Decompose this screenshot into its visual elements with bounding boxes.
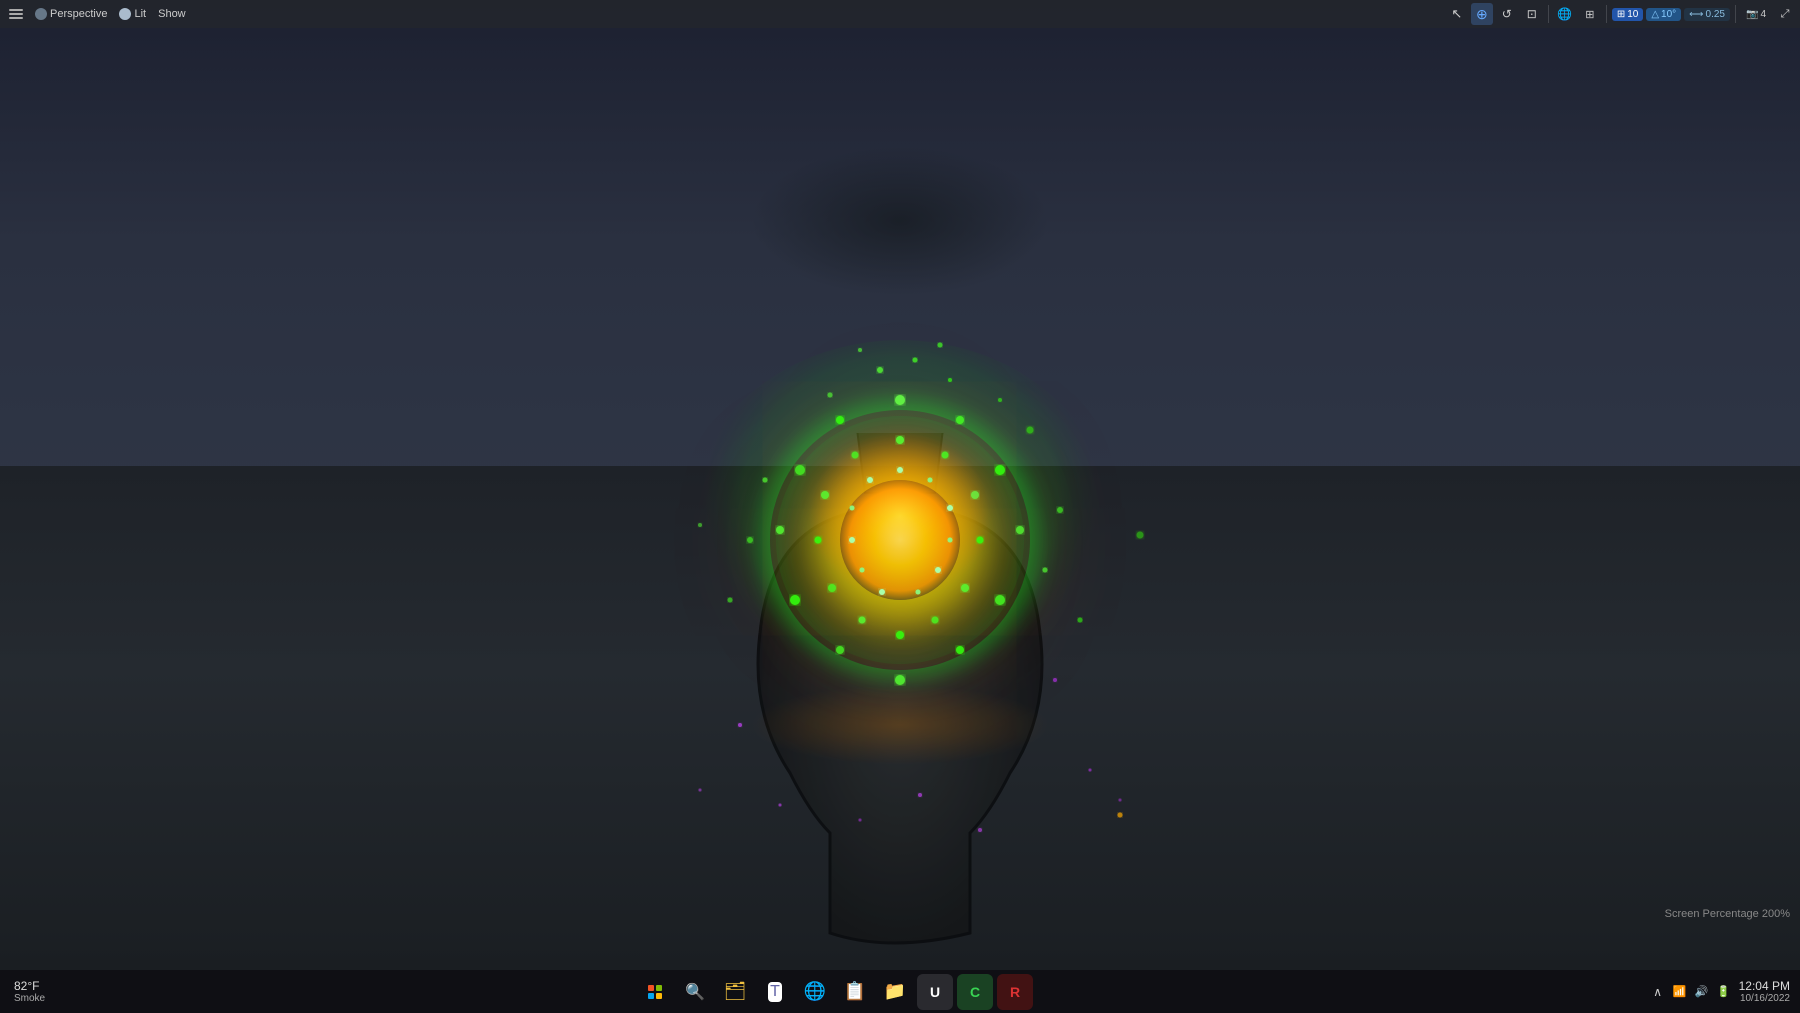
world-icon: 🌐 [1557,7,1572,21]
grid-icon: ⊞ [1617,9,1625,20]
chevron-up-button[interactable]: ∧ [1649,983,1667,1001]
chevron-up-icon: ∧ [1653,985,1662,999]
viewport-toolbar: Perspective Lit Show ↖ ⊕ ↺ [0,0,1800,28]
wifi-status-icon: 📶 [1673,985,1687,998]
toolbar-left: Perspective Lit Show [4,3,1446,25]
perspective-button[interactable]: Perspective [30,3,112,25]
files-button[interactable]: 📁 [877,974,913,1010]
grid-snap-badge[interactable]: ⊞ 10 [1612,8,1644,21]
maximize-icon: ⤢ [1781,8,1790,21]
weather-widget[interactable]: 82°F Smoke [8,979,51,1004]
chrome-icon: 🌐 [804,981,826,1002]
hamburger-icon [9,9,23,19]
translate-button[interactable]: ⊕ [1471,3,1493,25]
rotation-icon: △ [1651,9,1659,20]
unreal-icon: U [930,984,940,1000]
lit-icon [119,8,131,20]
windows-icon [648,985,662,999]
clock-widget[interactable]: 12:04 PM 10/16/2022 [1739,979,1790,1004]
rotation-value: 10° [1661,9,1676,20]
scale-snap-badge[interactable]: ⟷ 0.25 [1684,8,1730,21]
translate-icon: ⊕ [1476,6,1488,23]
camera-fov-badge[interactable]: 📷 4 [1741,8,1771,21]
search-icon: 🔍 [685,982,705,1002]
hamburger-menu[interactable] [4,3,28,25]
select-mode-button[interactable]: ↖ [1446,3,1468,25]
3d-viewport[interactable]: Perspective Lit Show ↖ ⊕ ↺ [0,0,1800,970]
clock-date: 10/16/2022 [1740,993,1790,1004]
battery-icon: 🔋 [1717,985,1731,998]
system-tray: ∧ 📶 🔊 🔋 [1649,983,1733,1001]
taskbar-center: 🔍 🗂 T 🌐 📋 📁 U C R [120,974,1550,1010]
scale-snap-icon: ⟷ [1689,9,1703,20]
scale-icon: ⊡ [1527,7,1537,21]
clock-time: 12:04 PM [1739,979,1790,993]
screen-pct-value: 200% [1762,908,1790,920]
teams-button[interactable]: T [757,974,793,1010]
red-app-button[interactable]: R [997,974,1033,1010]
rotate-button[interactable]: ↺ [1496,3,1518,25]
file-explorer-icon: 🗂 [724,981,747,1002]
chrome-button[interactable]: 🌐 [797,974,833,1010]
perspective-label: Perspective [50,8,107,20]
taskbar: 82°F Smoke 🔍 🗂 T 🌐 📋 [0,970,1800,1013]
rotation-snap-badge[interactable]: △ 10° [1646,8,1681,21]
surface-snap-button[interactable]: ⊞ [1579,3,1601,25]
taskbar-left: 82°F Smoke [0,979,120,1004]
lit-label: Lit [134,8,146,20]
crashpad-icon: C [970,984,980,1000]
camera-fov-icon: 📷 [1746,9,1758,20]
show-button[interactable]: Show [153,3,191,25]
weather-temp: 82°F [14,979,39,993]
perspective-icon [35,8,47,20]
battery-button[interactable]: 🔋 [1715,983,1733,1001]
cursor-icon: ↖ [1451,6,1462,22]
scale-button[interactable]: ⊡ [1521,3,1543,25]
screen-percentage-label: Screen Percentage 200% [1665,908,1790,920]
unreal-engine-button[interactable]: U [917,974,953,1010]
red-app-icon: R [1010,984,1020,1000]
file-explorer-button[interactable]: 🗂 [717,974,753,1010]
search-button[interactable]: 🔍 [677,974,713,1010]
sound-button[interactable]: 🔊 [1693,983,1711,1001]
show-label: Show [158,8,186,20]
teams-icon: T [768,982,782,1002]
grid-value: 10 [1627,9,1638,20]
taskbar-right: ∧ 📶 🔊 🔋 12:04 PM 10/16/2022 [1550,979,1800,1004]
sound-icon: 🔊 [1695,985,1709,998]
surface-icon: ⊞ [1585,8,1594,21]
windows-start-button[interactable] [637,974,673,1010]
screen-pct-text: Screen Percentage [1665,908,1759,920]
lit-button[interactable]: Lit [114,3,151,25]
maximize-button[interactable]: ⤢ [1774,3,1796,25]
3d-object [690,433,1110,953]
files-icon: 📁 [884,981,906,1002]
world-settings-button[interactable]: 🌐 [1554,3,1576,25]
crashpad-button[interactable]: C [957,974,993,1010]
smoke-effect [750,146,1050,296]
scale-snap-value: 0.25 [1706,9,1725,20]
sticky-notes-button[interactable]: 📋 [837,974,873,1010]
weather-description: Smoke [14,993,45,1004]
camera-fov-value: 4 [1760,9,1766,20]
wifi-icon[interactable]: 📶 [1671,983,1689,1001]
toolbar-right: ↖ ⊕ ↺ ⊡ 🌐 ⊞ [1446,3,1796,25]
sticky-notes-icon: 📋 [844,981,866,1002]
rotate-icon: ↺ [1502,7,1512,21]
